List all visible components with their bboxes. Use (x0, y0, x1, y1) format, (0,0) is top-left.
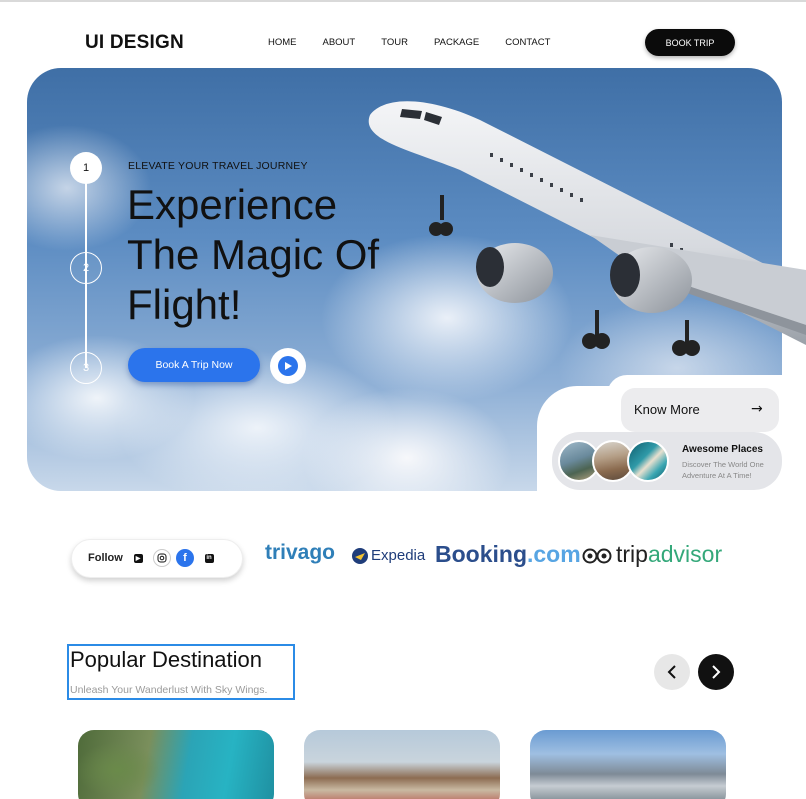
nav-home[interactable]: HOME (268, 37, 297, 48)
step-2[interactable]: 2 (70, 252, 102, 284)
facebook-icon[interactable]: f (176, 549, 194, 567)
headline-line-1: Experience (127, 181, 338, 228)
destination-card-3[interactable] (530, 730, 726, 799)
section-subtitle: Unleash Your Wanderlust With Sky Wings. (70, 684, 268, 696)
step-3[interactable]: 3 (70, 352, 102, 384)
expedia-logo: Expedia (352, 547, 425, 564)
nav-package[interactable]: PACKAGE (434, 37, 479, 48)
places-title: Awesome Places (682, 444, 763, 455)
expedia-plane-icon (352, 547, 368, 564)
tripadvisor-wordmark-advisor: advisor (647, 541, 723, 567)
booking-logo: Booking.com (435, 541, 581, 568)
main-nav: HOME ABOUT TOUR PACKAGE CONTACT (268, 37, 576, 48)
owl-icon (582, 548, 612, 563)
nav-tour[interactable]: TOUR (381, 37, 408, 48)
nav-contact[interactable]: CONTACT (505, 37, 550, 48)
book-a-trip-button[interactable]: Book A Trip Now (128, 348, 260, 382)
tripadvisor-wordmark-trip: trip (616, 541, 648, 567)
chevron-right-icon (712, 665, 721, 679)
hero-headline: Experience The Magic Of Flight! (127, 180, 447, 330)
chevron-left-icon (667, 665, 676, 679)
nav-about[interactable]: ABOUT (323, 37, 356, 48)
linkedin-icon[interactable]: in (200, 549, 218, 567)
follow-label: Follow (88, 552, 123, 564)
headline-line-2: The Magic Of (127, 231, 380, 278)
previous-button[interactable] (654, 654, 690, 690)
destination-card-2[interactable] (304, 730, 500, 799)
logo: UI DESIGN (85, 32, 184, 53)
booking-suffix: .com (527, 541, 581, 567)
tripadvisor-logo: tripadvisor (582, 541, 722, 568)
play-video-button[interactable] (270, 348, 306, 384)
places-subtitle: Discover The World One Adventure At A Ti… (682, 460, 764, 480)
headline-line-3: Flight! (127, 281, 242, 328)
arrow-right-icon: → (751, 401, 763, 417)
expedia-wordmark: Expedia (371, 547, 426, 564)
youtube-icon[interactable]: ▶ (129, 549, 147, 567)
hero-eyebrow: ELEVATE YOUR TRAVEL JOURNEY (128, 160, 308, 172)
instagram-icon[interactable] (153, 549, 171, 567)
play-icon (278, 356, 298, 376)
step-1[interactable]: 1 (70, 152, 102, 184)
top-divider (0, 0, 806, 2)
section-title: Popular Destination (70, 647, 263, 672)
book-trip-button[interactable]: BOOK TRIP (645, 29, 735, 56)
next-button[interactable] (698, 654, 734, 690)
know-more-label: Know More (634, 402, 700, 417)
trivago-wordmark: trivago (265, 541, 336, 564)
destination-card-1[interactable] (78, 730, 274, 799)
booking-wordmark: Booking (435, 541, 527, 567)
trivago-logo: trivago (265, 541, 335, 565)
place-thumbnail-3 (627, 440, 669, 482)
